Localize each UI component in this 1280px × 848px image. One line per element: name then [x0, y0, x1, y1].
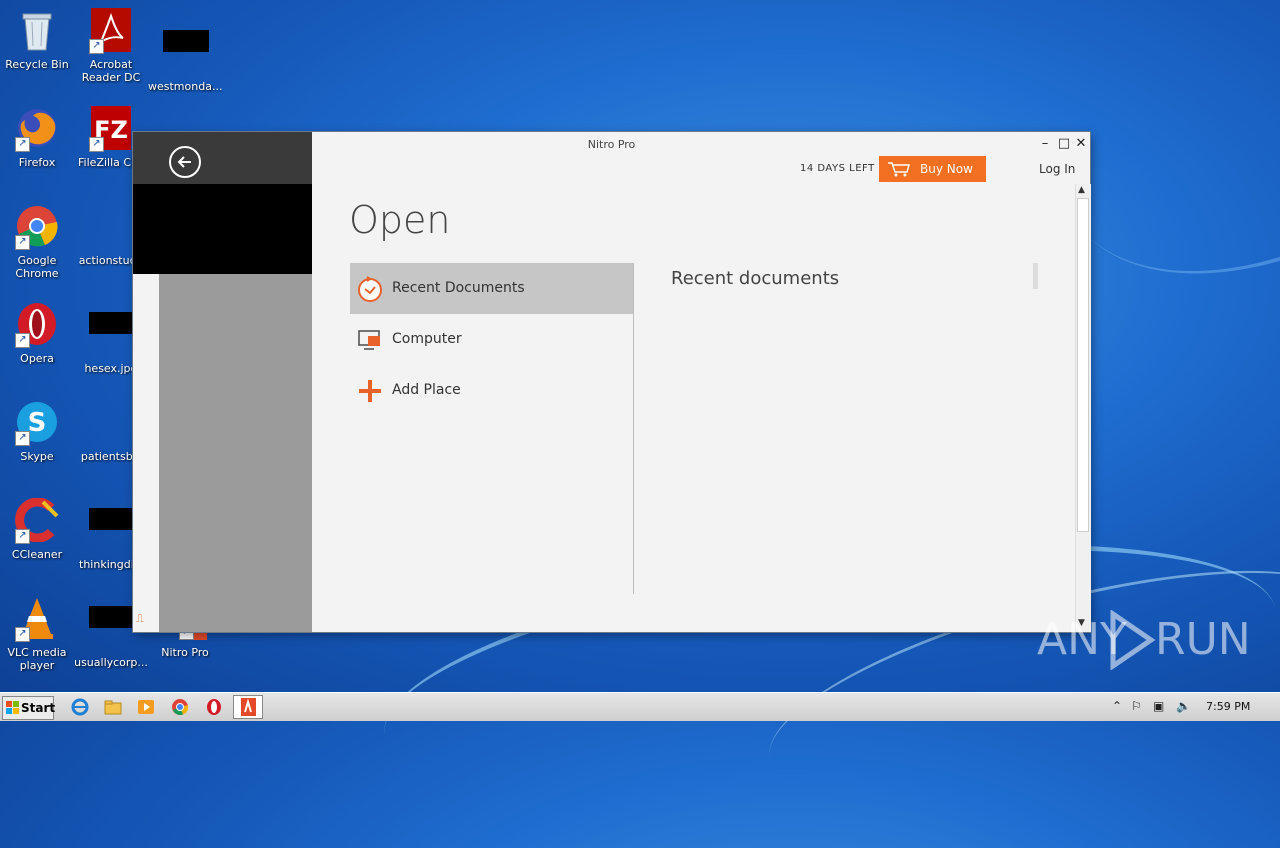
desktop-icon-acrobat[interactable]: ↗ Acrobat Reader DC: [74, 8, 148, 84]
firefox-icon: ↗: [15, 106, 59, 152]
desktop-icon-firefox[interactable]: ↗ Firefox: [0, 106, 74, 169]
opera-icon: ↗: [15, 302, 59, 348]
scroll-up-icon[interactable]: ▲: [1078, 185, 1085, 195]
maximize-button[interactable]: □: [1056, 136, 1072, 151]
desktop-icon-label: VLC media player: [7, 646, 67, 672]
windows-flag-icon: [6, 701, 19, 714]
desktop-icon-recycle-bin[interactable]: Recycle Bin: [0, 8, 74, 71]
minimize-button[interactable]: –: [1037, 136, 1053, 151]
nav-item-computer[interactable]: Computer: [350, 314, 633, 365]
desktop-icon-label: Recycle Bin: [5, 58, 69, 71]
nitro-taskbar-button[interactable]: [233, 695, 263, 719]
computer-icon: [358, 330, 380, 350]
shortcut-arrow-icon: ↗: [15, 137, 30, 152]
skype-icon: S ↗: [15, 400, 59, 446]
log-in-link[interactable]: Log In: [1039, 162, 1075, 176]
anyrun-watermark: ANY RUN: [1037, 610, 1251, 670]
shortcut-arrow-icon: ↗: [15, 529, 30, 544]
internet-explorer-icon[interactable]: [71, 698, 89, 716]
notification-icon[interactable]: ⎍: [136, 612, 150, 626]
nav-item-add-place[interactable]: Add Place: [350, 365, 633, 416]
nitro-taskbar-icon: [241, 698, 256, 716]
desktop-icon-label: Opera: [20, 352, 54, 365]
page-title: Open: [349, 198, 451, 242]
desktop-icon-file[interactable]: westmonda...: [148, 8, 222, 93]
shortcut-arrow-icon: ↗: [15, 431, 30, 446]
shortcut-arrow-icon: ↗: [89, 39, 104, 54]
filezilla-icon: FZ ↗: [89, 106, 133, 152]
plus-icon: [359, 380, 381, 402]
nav-label: Add Place: [392, 382, 461, 398]
explorer-folder-icon[interactable]: [104, 698, 122, 716]
ccleaner-icon: ↗: [15, 497, 59, 544]
sidebar-strip: [133, 274, 159, 632]
start-button[interactable]: Start: [2, 696, 56, 720]
recent-list-scrollbar[interactable]: [1033, 263, 1038, 289]
trial-days-left: 14 DAYS LEFT: [800, 163, 875, 174]
open-places-nav: Recent Documents Computer Add Place: [350, 263, 633, 416]
file-icon: [163, 30, 209, 74]
file-icon: [89, 312, 135, 356]
taskbar: Start ⌃ ⚐ ▣ 🔈 7:59 PM: [0, 692, 1280, 721]
recycle-bin-icon: [15, 8, 59, 52]
tray-expand-icon[interactable]: ⌃: [1112, 699, 1122, 713]
chrome-taskbar-icon[interactable]: [171, 698, 189, 716]
file-icon: [89, 508, 135, 552]
desktop-icon-label: Firefox: [18, 156, 56, 169]
clock-icon: [358, 276, 382, 302]
recent-documents-heading: Recent documents: [671, 268, 840, 289]
nav-item-recent-documents[interactable]: Recent Documents: [350, 263, 633, 314]
nitro-pro-window: ⎍ Nitro Pro – □ ✕ 14 DAYS LEFT Buy Now L…: [133, 132, 1091, 632]
arrow-left-icon: [177, 156, 191, 168]
file-icon: [89, 400, 133, 444]
desktop-icon-ccleaner[interactable]: ↗ CCleaner: [0, 497, 74, 561]
media-player-icon[interactable]: [137, 698, 155, 716]
shortcut-arrow-icon: ↗: [15, 627, 30, 642]
desktop-icon-label: usuallycorp...: [74, 656, 148, 669]
watermark-run: RUN: [1155, 614, 1251, 665]
shortcut-arrow-icon: ↗: [15, 333, 30, 348]
nav-label: Computer: [392, 331, 462, 347]
action-center-flag-icon[interactable]: ⚐: [1131, 699, 1142, 713]
chrome-icon: ↗: [15, 204, 59, 250]
scroll-thumb[interactable]: [1077, 198, 1089, 532]
nav-label: Recent Documents: [392, 280, 525, 296]
vertical-scrollbar[interactable]: ▲ ▼: [1075, 184, 1091, 632]
desktop-icon-label: Google Chrome: [15, 254, 59, 280]
svg-text:S: S: [28, 408, 47, 438]
opera-taskbar-icon[interactable]: [205, 698, 223, 716]
buy-now-label: Buy Now: [920, 162, 973, 176]
desktop-icon-skype[interactable]: S ↗ Skype: [0, 400, 74, 463]
shortcut-arrow-icon: ↗: [89, 137, 104, 152]
file-icon: [89, 204, 133, 248]
desktop-icon-opera[interactable]: ↗ Opera: [0, 302, 74, 365]
desktop-icon-label: Skype: [20, 450, 54, 463]
close-button[interactable]: ✕: [1073, 136, 1089, 151]
volume-icon[interactable]: 🔈: [1176, 699, 1191, 713]
desktop-icon-vlc[interactable]: ↗ VLC media player: [0, 596, 74, 672]
network-icon[interactable]: ▣: [1153, 699, 1164, 713]
pane-divider: [633, 263, 634, 594]
file-icon: [89, 606, 135, 650]
play-logo-icon: [1110, 610, 1156, 670]
desktop-icon-label: CCleaner: [11, 548, 63, 561]
system-clock[interactable]: 7:59 PM: [1206, 700, 1250, 713]
desktop-icon-label: westmonda...: [148, 80, 222, 93]
sidebar-redacted-block: [133, 184, 312, 274]
shortcut-arrow-icon: ↗: [15, 235, 30, 250]
window-title: Nitro Pro: [587, 138, 636, 151]
cart-icon: [888, 162, 910, 177]
acrobat-icon: ↗: [89, 8, 133, 54]
buy-now-button[interactable]: Buy Now: [879, 156, 986, 182]
desktop-icon-label: Acrobat Reader DC: [81, 58, 141, 84]
start-label: Start: [21, 701, 56, 715]
desktop-icon-chrome[interactable]: ↗ Google Chrome: [0, 204, 74, 280]
desktop-icon-label: Nitro Pro: [161, 646, 209, 659]
vlc-icon: ↗: [15, 596, 59, 642]
